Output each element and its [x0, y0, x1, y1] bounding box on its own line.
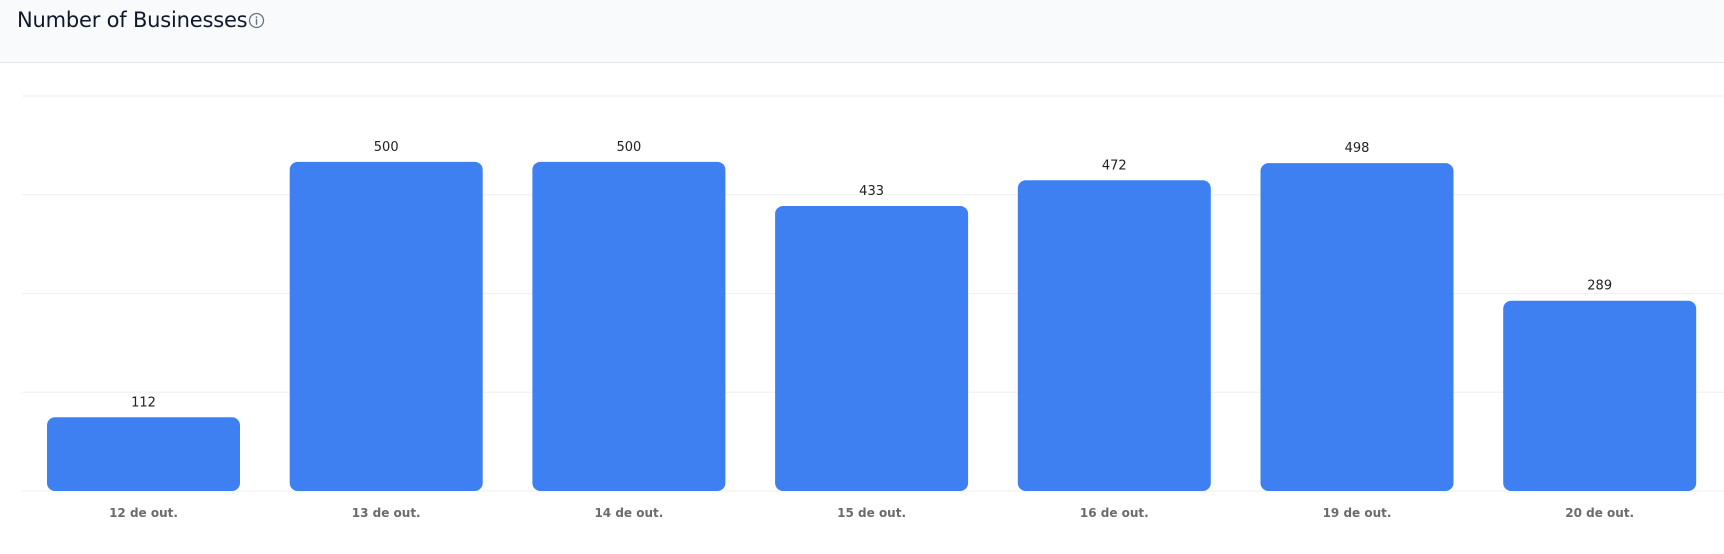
x-tick-label: 15 de out.	[837, 506, 906, 520]
bar-chart: 112 500 500 433 472 498 289 12 de out. 13 de ou…	[22, 95, 1724, 520]
x-tick-label: 12 de out.	[109, 506, 178, 520]
bar-value-label: 472	[1102, 158, 1127, 173]
bar[interactable]	[1260, 163, 1454, 491]
info-icon[interactable]	[248, 12, 265, 29]
chart-header: Number of Businesses	[0, 0, 1724, 63]
bar[interactable]	[532, 161, 726, 491]
bar-value-label: 112	[131, 395, 156, 410]
bar[interactable]	[1017, 180, 1211, 491]
bars	[47, 161, 1697, 492]
x-tick-label: 20 de out.	[1565, 506, 1634, 520]
bar-value-label: 433	[859, 184, 884, 199]
bar-value-label: 289	[1587, 279, 1612, 294]
bar[interactable]	[1503, 300, 1697, 491]
chart-title: Number of Businesses	[17, 8, 248, 32]
x-tick-label: 16 de out.	[1080, 506, 1149, 520]
bar[interactable]	[775, 205, 969, 492]
bar-value-label: 500	[374, 140, 399, 155]
info-icon-graphic	[248, 12, 265, 29]
x-tick-label: 19 de out.	[1323, 506, 1392, 520]
bar-value-label: 500	[616, 140, 641, 155]
x-axis-tick-labels: 12 de out. 13 de out. 14 de out. 15 de out.…	[109, 506, 1634, 520]
chart-area: 112 500 500 433 472 498 289 12 de out. 13 de ou…	[0, 63, 1724, 554]
bar[interactable]	[289, 161, 483, 491]
x-tick-label: 13 de out.	[352, 506, 421, 520]
bar-value-label: 498	[1345, 141, 1370, 156]
bar[interactable]	[47, 417, 240, 491]
x-tick-label: 14 de out.	[594, 506, 663, 520]
